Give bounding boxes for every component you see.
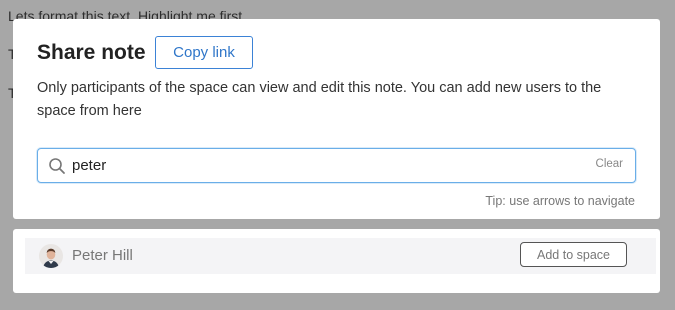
add-to-space-button[interactable]: Add to space xyxy=(520,242,627,267)
dialog-title: Share note xyxy=(37,41,146,64)
dialog-description: Only participants of the space can view … xyxy=(37,80,602,119)
avatar xyxy=(39,244,63,268)
navigation-tip: Tip: use arrows to navigate xyxy=(485,194,635,208)
search-results-panel: Peter Hill Add to space xyxy=(13,229,660,293)
user-result-row[interactable]: Peter Hill Add to space xyxy=(25,238,656,274)
search-input[interactable] xyxy=(72,149,572,182)
clear-search-button[interactable]: Clear xyxy=(596,158,623,170)
user-search-box[interactable]: Clear xyxy=(37,148,636,183)
search-icon xyxy=(48,157,66,175)
user-name: Peter Hill xyxy=(72,247,133,264)
copy-link-button[interactable]: Copy link xyxy=(155,36,253,69)
share-note-dialog: Share note Copy link Only participants o… xyxy=(13,19,660,219)
